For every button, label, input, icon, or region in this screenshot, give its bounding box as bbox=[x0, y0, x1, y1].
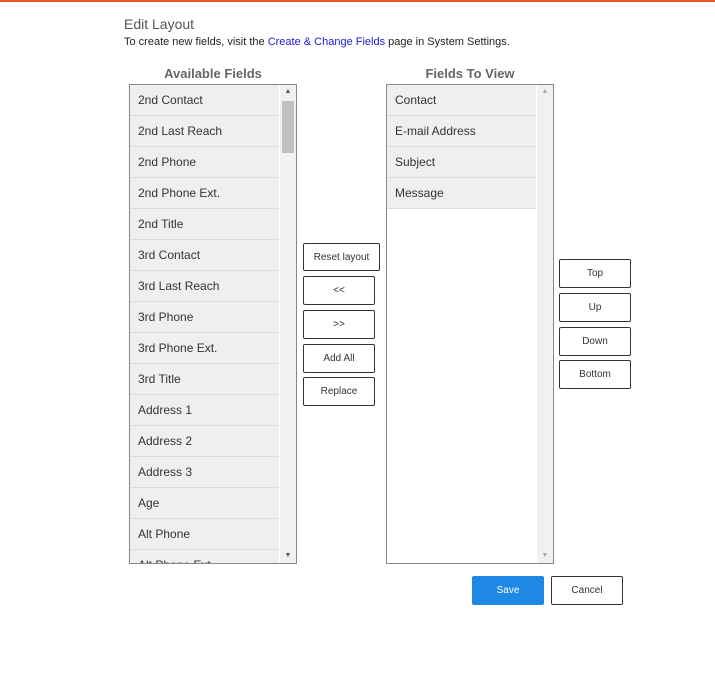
scroll-thumb[interactable] bbox=[282, 101, 294, 153]
list-item[interactable]: 3rd Phone Ext. bbox=[130, 333, 279, 364]
intro-after: page in System Settings. bbox=[385, 36, 510, 48]
move-up-button[interactable]: Up bbox=[559, 293, 631, 322]
view-scrollbar[interactable]: ▲ ▼ bbox=[537, 85, 553, 563]
move-left-button[interactable]: << bbox=[303, 276, 375, 305]
list-item[interactable]: Age bbox=[130, 488, 279, 519]
move-right-button[interactable]: >> bbox=[303, 310, 375, 339]
available-items: 2nd Contact 2nd Last Reach 2nd Phone 2nd… bbox=[130, 85, 279, 563]
list-item[interactable]: Address 2 bbox=[130, 426, 279, 457]
intro-before: To create new fields, visit the bbox=[124, 36, 268, 48]
fields-to-view-list[interactable]: Contact E-mail Address Subject Message ▲… bbox=[386, 84, 554, 564]
top-accent-bar bbox=[0, 0, 715, 2]
list-item[interactable]: Subject bbox=[387, 147, 536, 178]
list-item[interactable]: 3rd Contact bbox=[130, 240, 279, 271]
list-item[interactable]: Alt Phone bbox=[130, 519, 279, 550]
list-item[interactable]: 3rd Phone bbox=[130, 302, 279, 333]
scroll-up-arrow-icon[interactable]: ▲ bbox=[537, 85, 553, 99]
available-fields-list[interactable]: 2nd Contact 2nd Last Reach 2nd Phone 2nd… bbox=[129, 84, 297, 564]
save-button[interactable]: Save bbox=[472, 576, 544, 605]
available-fields-heading: Available Fields bbox=[164, 66, 262, 81]
list-item[interactable]: Contact bbox=[387, 85, 536, 116]
list-item[interactable]: 2nd Phone Ext. bbox=[130, 178, 279, 209]
intro-text: To create new fields, visit the Create &… bbox=[124, 36, 510, 48]
replace-button[interactable]: Replace bbox=[303, 377, 375, 406]
cancel-button[interactable]: Cancel bbox=[551, 576, 623, 605]
list-item[interactable]: 2nd Last Reach bbox=[130, 116, 279, 147]
reset-layout-button[interactable]: Reset layout bbox=[303, 243, 380, 271]
fields-to-view-heading: Fields To View bbox=[425, 66, 515, 81]
list-item[interactable]: 2nd Contact bbox=[130, 85, 279, 116]
list-item[interactable]: 3rd Last Reach bbox=[130, 271, 279, 302]
list-item[interactable]: Message bbox=[387, 178, 536, 209]
scroll-down-arrow-icon[interactable]: ▼ bbox=[280, 549, 296, 563]
scroll-up-arrow-icon[interactable]: ▲ bbox=[280, 85, 296, 99]
move-bottom-button[interactable]: Bottom bbox=[559, 360, 631, 389]
list-item[interactable]: 3rd Title bbox=[130, 364, 279, 395]
list-item[interactable]: Alt Phone Ext. bbox=[130, 550, 279, 563]
add-all-button[interactable]: Add All bbox=[303, 344, 375, 373]
view-items: Contact E-mail Address Subject Message bbox=[387, 85, 536, 209]
list-item[interactable]: E-mail Address bbox=[387, 116, 536, 147]
move-down-button[interactable]: Down bbox=[559, 327, 631, 356]
page-title: Edit Layout bbox=[124, 16, 195, 32]
list-item[interactable]: 2nd Phone bbox=[130, 147, 279, 178]
list-item[interactable]: Address 1 bbox=[130, 395, 279, 426]
list-item[interactable]: 2nd Title bbox=[130, 209, 279, 240]
move-top-button[interactable]: Top bbox=[559, 259, 631, 288]
list-item[interactable]: Address 3 bbox=[130, 457, 279, 488]
create-change-fields-link[interactable]: Create & Change Fields bbox=[268, 36, 385, 48]
scroll-down-arrow-icon[interactable]: ▼ bbox=[537, 549, 553, 563]
available-scrollbar[interactable]: ▲ ▼ bbox=[280, 85, 296, 563]
